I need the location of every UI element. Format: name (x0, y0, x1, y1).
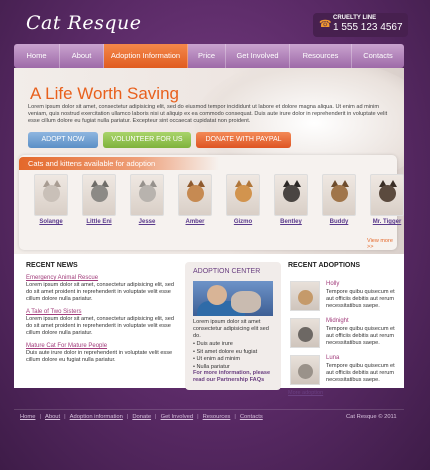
cat-name-link[interactable]: Bentley (269, 219, 313, 225)
news-item: Emergency Animal Rescue Lorem ipsum dolo… (26, 275, 176, 303)
news-body: Lorem ipsum dolor sit amet, consectetur … (26, 282, 174, 302)
footer-links: Home | About | Adoption information | Donat… (20, 414, 263, 420)
partnership-faq-link[interactable]: For more information, please read our Pa… (193, 370, 278, 384)
recent-adoptions-heading: RECENT ADOPTIONS (288, 262, 361, 269)
adoption-center-box: ADOPTION CENTER Lorem ipsum dolor sit am… (185, 262, 281, 390)
news-body: Lorem ipsum dolor sit amet, consectetur … (26, 316, 174, 336)
adoption-item: Midnight Tempore quibu quisecum et aut of… (290, 318, 402, 350)
cat-name-link[interactable]: Mr. Tigger (365, 219, 404, 225)
adopted-cat-description: Tempore quibu quisecum et aut officiis d… (326, 289, 395, 309)
cats-panel-title: Cats and kittens available for adoption (19, 157, 219, 170)
news-headline[interactable]: Mature Cat For Mature People (26, 343, 176, 349)
news-headline[interactable]: Emergency Animal Rescue (26, 275, 176, 281)
cat-name-link[interactable]: Amber (173, 219, 217, 225)
adoption-center-list: • Duis aute irure • Sit amet dolore eu f… (193, 341, 257, 371)
view-more-link[interactable]: View more >> (367, 238, 397, 250)
footer-link-adoption[interactable]: Adoption information (70, 414, 123, 420)
adoption-item: Holly Tempore quibu quisecum et aut offic… (290, 281, 402, 313)
cat-photo[interactable] (370, 174, 404, 216)
cat-photo[interactable] (226, 174, 260, 216)
cat-photo[interactable] (82, 174, 116, 216)
cat-photo[interactable] (178, 174, 212, 216)
hero-title: A Life Worth Saving (30, 84, 179, 103)
site-logo[interactable]: Cat Resque (26, 12, 141, 34)
nav-about[interactable]: About (60, 44, 104, 68)
adoption-center-photo (193, 281, 273, 316)
footer-divider (14, 409, 404, 410)
list-item: • Sit amet dolore eu fugiat (193, 348, 258, 355)
adopted-cat-photo[interactable] (290, 318, 320, 348)
cat-photo[interactable] (322, 174, 356, 216)
cat-photo[interactable] (34, 174, 68, 216)
recent-news-heading: RECENT NEWS (26, 262, 78, 269)
adopted-cat-description: Tempore quibu quisecum et aut officiis d… (326, 363, 395, 383)
cat-name-link[interactable]: Jesse (125, 219, 169, 225)
news-item: A Tale of Two Sisters Lorem ipsum dolor … (26, 309, 176, 337)
adopted-cat-description: Tempore quibu quisecum et aut officiis d… (326, 326, 395, 346)
cat-name-link[interactable]: Gizmo (221, 219, 265, 225)
cat-photo[interactable] (130, 174, 164, 216)
adopted-cat-name[interactable]: Midnight (326, 318, 349, 324)
adoption-item: Luna Tempore quibu quisecum et aut offici… (290, 355, 402, 387)
news-item: Mature Cat For Mature People Duis aute i… (26, 343, 176, 364)
footer-link-home[interactable]: Home (20, 414, 35, 420)
recent-adoptions-column: RECENT ADOPTIONS (288, 262, 400, 269)
cats-available-panel: Cats and kittens available for adoption … (19, 155, 404, 250)
main-content: A Life Worth Saving Lorem ipsum dolor si… (14, 68, 404, 396)
nav-price[interactable]: Price (188, 44, 226, 68)
phone-icon: ☎ (319, 19, 332, 30)
more-adoption-link[interactable]: More adoption (288, 390, 323, 396)
hero-banner: A Life Worth Saving Lorem ipsum dolor si… (14, 68, 404, 254)
list-item: • Ut enim ad minim (193, 356, 241, 362)
cruelty-line-number: 1 555 123 4567 (333, 22, 403, 33)
cruelty-line-label: CRUELTY LINE (333, 15, 377, 21)
nav-contacts[interactable]: Contacts (352, 44, 404, 68)
footer-link-get-involved[interactable]: Get Involved (161, 414, 194, 420)
hero-lead-text: Lorem ipsum dolor sit amet, consectetur … (28, 104, 388, 125)
news-headline[interactable]: A Tale of Two Sisters (26, 309, 176, 315)
nav-adoption-information[interactable]: Adoption Information (104, 44, 188, 68)
adopted-cat-name[interactable]: Luna (326, 355, 339, 361)
cat-photo[interactable] (274, 174, 308, 216)
adoption-center-text: Lorem ipsum dolor sit amet consectetur a… (193, 319, 269, 339)
copyright-text: Cat Resque © 2011 (346, 414, 397, 420)
adoption-center-heading: ADOPTION CENTER (193, 268, 261, 275)
list-item: • Duis aute irure (193, 341, 233, 347)
donate-paypal-button[interactable]: DONATE WITH PAYPAL (196, 132, 291, 148)
footer-link-resources[interactable]: Resources (203, 414, 231, 420)
cat-name-link[interactable]: Solange (29, 219, 73, 225)
adopted-cat-photo[interactable] (290, 355, 320, 385)
news-body: Duis aute irure dolor in reprehenderit i… (26, 350, 173, 363)
cruelty-line-badge: ☎ CRUELTY LINE 1 555 123 4567 (313, 13, 408, 37)
adopt-now-button[interactable]: ADOPT NOW (28, 132, 98, 148)
nav-home[interactable]: Home (14, 44, 60, 68)
footer-link-about[interactable]: About (45, 414, 60, 420)
adopted-cat-name[interactable]: Holly (326, 281, 339, 287)
main-nav: Home About Adoption Information Price Ge… (14, 44, 404, 68)
cat-name-link[interactable]: Buddy (317, 219, 361, 225)
nav-resources[interactable]: Resources (290, 44, 352, 68)
nav-get-involved[interactable]: Get Involved (226, 44, 290, 68)
footer-link-contacts[interactable]: Contacts (240, 414, 263, 420)
recent-news-column: RECENT NEWS Emergency Animal Rescue Lore… (26, 262, 176, 364)
cat-name-link[interactable]: Little Eni (77, 219, 121, 225)
adopted-cat-photo[interactable] (290, 281, 320, 311)
footer-link-donate[interactable]: Donate (132, 414, 151, 420)
volunteer-button[interactable]: VOLUNTEER FOR US (103, 132, 191, 148)
